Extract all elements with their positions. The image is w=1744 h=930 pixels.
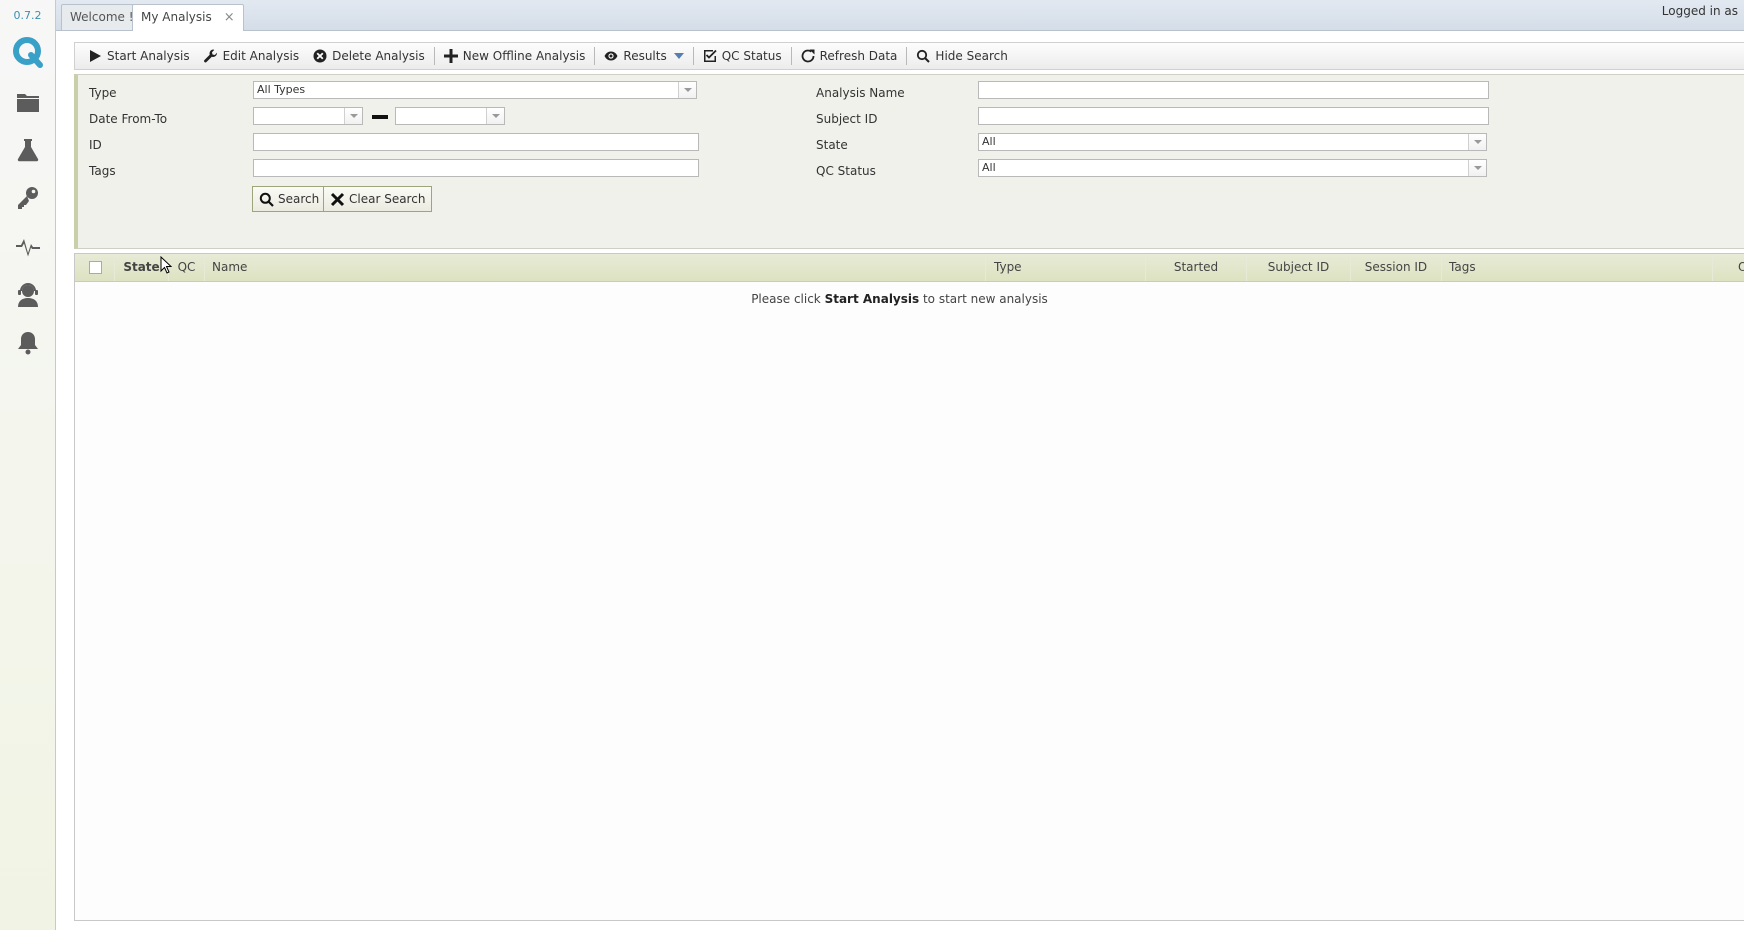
close-icon [330, 192, 345, 206]
delete-circle-icon [313, 49, 327, 63]
toolbar: Start Analysis Edit Analysis Delete Anal… [74, 42, 1744, 70]
qc-status-label: QC Status [816, 164, 876, 178]
tags-label: Tags [89, 164, 116, 178]
login-status: Logged in as [1661, 4, 1738, 18]
close-icon[interactable]: × [224, 10, 235, 25]
start-analysis-hint: Start Analysis [824, 292, 920, 306]
chevron-down-icon[interactable] [344, 108, 362, 124]
refresh-icon [801, 49, 815, 63]
state-select[interactable]: All [978, 133, 1487, 151]
search-button[interactable]: Search [252, 186, 327, 212]
id-field[interactable] [253, 133, 699, 151]
tab-bar: Welcome ! My Analysis × Logged in as [56, 0, 1744, 31]
column-header-tags[interactable]: Tags [1442, 254, 1713, 281]
column-header-started[interactable]: Started [1146, 254, 1247, 281]
sidebar: 0.7.2 [0, 0, 56, 930]
qc-status-button[interactable]: QC Status [696, 45, 789, 67]
toolbar-separator [433, 47, 435, 65]
new-offline-analysis-button[interactable]: New Offline Analysis [437, 45, 593, 67]
tab-welcome-label: Welcome ! [70, 10, 134, 24]
date-label: Date From-To [89, 112, 168, 126]
app-version: 0.7.2 [13, 9, 42, 22]
edit-analysis-button[interactable]: Edit Analysis [197, 45, 307, 67]
type-label: Type [89, 86, 117, 100]
q-logo-icon [13, 37, 43, 68]
column-header-partial[interactable]: O [1738, 254, 1744, 281]
column-header-subject-id[interactable]: Subject ID [1247, 254, 1351, 281]
column-header-type[interactable]: Type [986, 254, 1146, 281]
tags-field[interactable] [253, 159, 699, 177]
tab-my-analysis[interactable]: My Analysis × [132, 4, 244, 31]
column-header-session-id[interactable]: Session ID [1351, 254, 1442, 281]
chevron-down-icon[interactable] [678, 82, 696, 98]
tab-my-analysis-label: My Analysis [141, 10, 212, 24]
column-header-name[interactable]: Name [205, 254, 986, 281]
subject-id-label: Subject ID [816, 112, 878, 126]
id-label: ID [89, 138, 102, 152]
chevron-down-icon[interactable] [1468, 134, 1486, 150]
eye-icon [604, 51, 618, 61]
mouse-cursor-icon [160, 256, 172, 274]
analysis-name-label: Analysis Name [816, 86, 905, 100]
analysis-grid: State QC Name Type Started Subject ID Se… [74, 253, 1744, 921]
start-analysis-button[interactable]: Start Analysis [81, 45, 197, 67]
toolbar-separator [594, 47, 596, 65]
chevron-down-icon[interactable] [486, 108, 504, 124]
plus-icon [443, 49, 458, 63]
chevron-down-icon [673, 53, 684, 59]
qc-status-select[interactable]: All [978, 159, 1487, 177]
folder-icon[interactable] [13, 87, 43, 117]
wrench-icon [203, 49, 217, 63]
results-button[interactable]: Results [597, 45, 690, 67]
pulse-icon[interactable] [13, 231, 43, 261]
subject-id-field[interactable] [978, 107, 1489, 125]
toolbar-separator [906, 47, 908, 65]
date-from-field[interactable] [253, 107, 363, 125]
analysis-name-field[interactable] [978, 81, 1489, 99]
hide-search-button[interactable]: Hide Search [909, 45, 1014, 67]
select-all-column [75, 254, 115, 281]
tab-welcome[interactable]: Welcome ! [61, 4, 143, 30]
chevron-down-icon[interactable] [1468, 160, 1486, 176]
delete-analysis-button[interactable]: Delete Analysis [306, 45, 432, 67]
checkbox-icon [703, 49, 717, 62]
search-icon [917, 49, 931, 63]
support-agent-icon[interactable] [13, 280, 43, 310]
column-header-qc[interactable]: QC [169, 254, 205, 281]
flask-icon[interactable] [13, 135, 43, 165]
select-all-checkbox[interactable] [89, 261, 102, 274]
search-panel: Type All Types Date From-To ID Tags Anal… [74, 74, 1744, 249]
toolbar-separator [692, 47, 694, 65]
clear-search-button[interactable]: Clear Search [323, 186, 433, 212]
type-select[interactable]: All Types [253, 81, 697, 99]
search-icon [259, 192, 274, 207]
refresh-data-button[interactable]: Refresh Data [794, 45, 905, 67]
date-to-field[interactable] [395, 107, 505, 125]
play-icon [90, 50, 101, 62]
date-range-dash [372, 115, 388, 119]
bell-icon[interactable] [13, 328, 43, 358]
key-icon[interactable] [13, 183, 43, 213]
toolbar-separator [790, 47, 792, 65]
empty-grid-message: Please click Start Analysis to start new… [751, 292, 1048, 306]
grid-header: State QC Name Type Started Subject ID Se… [75, 254, 1744, 282]
state-label: State [816, 138, 848, 152]
